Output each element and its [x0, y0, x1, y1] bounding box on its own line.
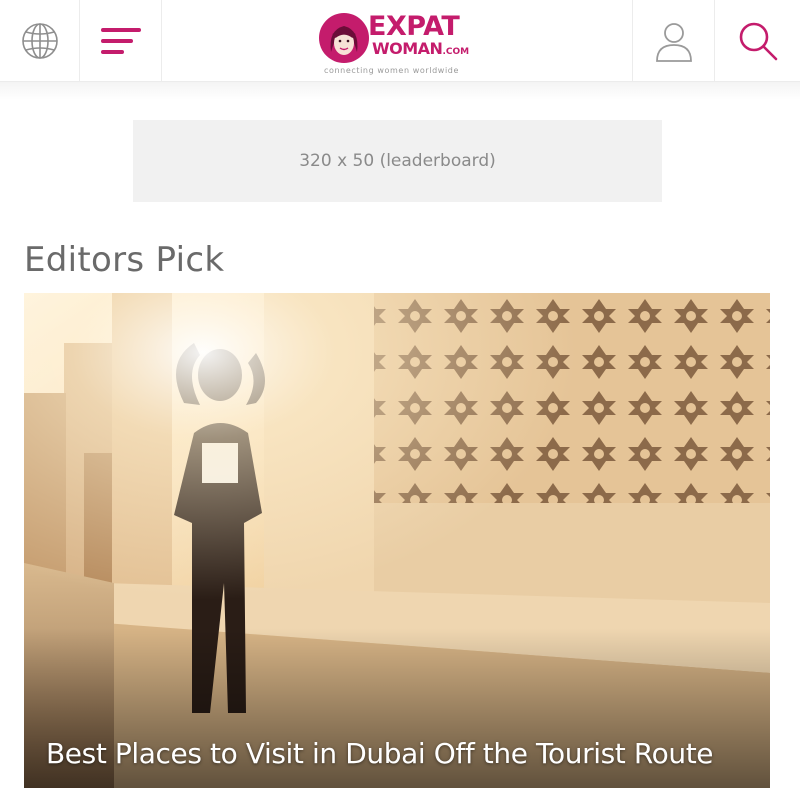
logo-text-expat: EXPAT [368, 11, 460, 42]
logo-text-woman: WOMAN.COM [372, 40, 469, 61]
site-header: EXPAT WOMAN.COM connecting women worldwi… [0, 0, 800, 82]
logo-text-dotcom: .COM [442, 47, 470, 57]
featured-article-card[interactable]: Best Places to Visit in Dubai Off the To… [24, 293, 770, 788]
leaderboard-ad[interactable]: 320 x 50 (leaderboard) [133, 120, 662, 202]
logo-tagline: connecting women worldwide [324, 66, 459, 75]
menu-button[interactable] [80, 0, 162, 82]
logo-text-woman-main: WOMAN [372, 39, 443, 58]
user-icon [653, 19, 695, 63]
header-shadow [0, 82, 800, 100]
globe-icon [20, 21, 60, 61]
search-button[interactable] [714, 0, 800, 82]
featured-article-headline[interactable]: Best Places to Visit in Dubai Off the To… [46, 737, 752, 770]
editors-pick-title: Editors Pick [24, 240, 225, 280]
account-button[interactable] [632, 0, 714, 82]
site-logo[interactable]: EXPAT WOMAN.COM connecting women worldwi… [318, 10, 482, 78]
hamburger-menu-icon [100, 26, 142, 56]
ad-label: 320 x 50 (leaderboard) [299, 151, 496, 171]
logo-face-icon [319, 13, 369, 63]
language-button[interactable] [0, 0, 80, 82]
search-icon [737, 20, 779, 62]
